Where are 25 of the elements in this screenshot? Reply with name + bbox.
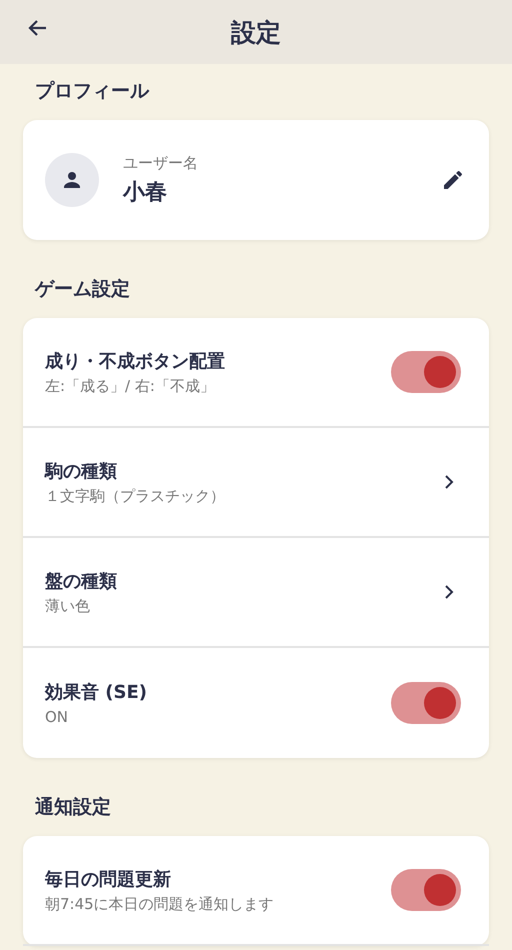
field-label: ユーザー名 — [123, 154, 199, 172]
toggle-switch[interactable] — [391, 682, 461, 724]
setting-title: 効果音 (SE) — [45, 681, 148, 704]
setting-value: 薄い色 — [45, 596, 91, 616]
section-heading: ゲーム設定 — [34, 278, 131, 302]
section-heading: 通知設定 — [34, 796, 112, 820]
setting-value: １文字駒（プラスチック） — [45, 486, 226, 506]
settings-row[interactable]: 成り・不成ボタン配置 左:「成る」/ 右:「不成」 — [23, 318, 489, 428]
user-name: 小春 — [123, 178, 168, 206]
setting-title: 成り・不成ボタン配置 — [45, 350, 226, 372]
settings-row[interactable]: 盤の種類 薄い色 — [23, 538, 489, 648]
settings-row[interactable]: 毎日の問題更新 朝7:45に本日の問題を通知します — [23, 836, 489, 946]
screen-title: 設定 — [231, 18, 281, 48]
settings-row[interactable]: 駒の種類 １文字駒（プラスチック） — [23, 428, 489, 538]
setting-title: 盤の種類 — [45, 570, 118, 592]
toggle-switch[interactable] — [391, 351, 461, 393]
setting-title: 毎日の問題更新 — [45, 868, 172, 890]
toggle-switch[interactable] — [391, 869, 461, 911]
settings-row[interactable]: 効果音 (SE) ON — [23, 648, 489, 758]
setting-title: 駒の種類 — [45, 460, 118, 482]
setting-value: ON — [45, 708, 70, 726]
setting-value: 左:「成る」/ 右:「不成」 — [45, 376, 216, 396]
section-heading: プロフィール — [34, 80, 150, 104]
setting-value: 朝7:45に本日の問題を通知します — [45, 894, 275, 914]
pencil-icon — [441, 168, 465, 192]
